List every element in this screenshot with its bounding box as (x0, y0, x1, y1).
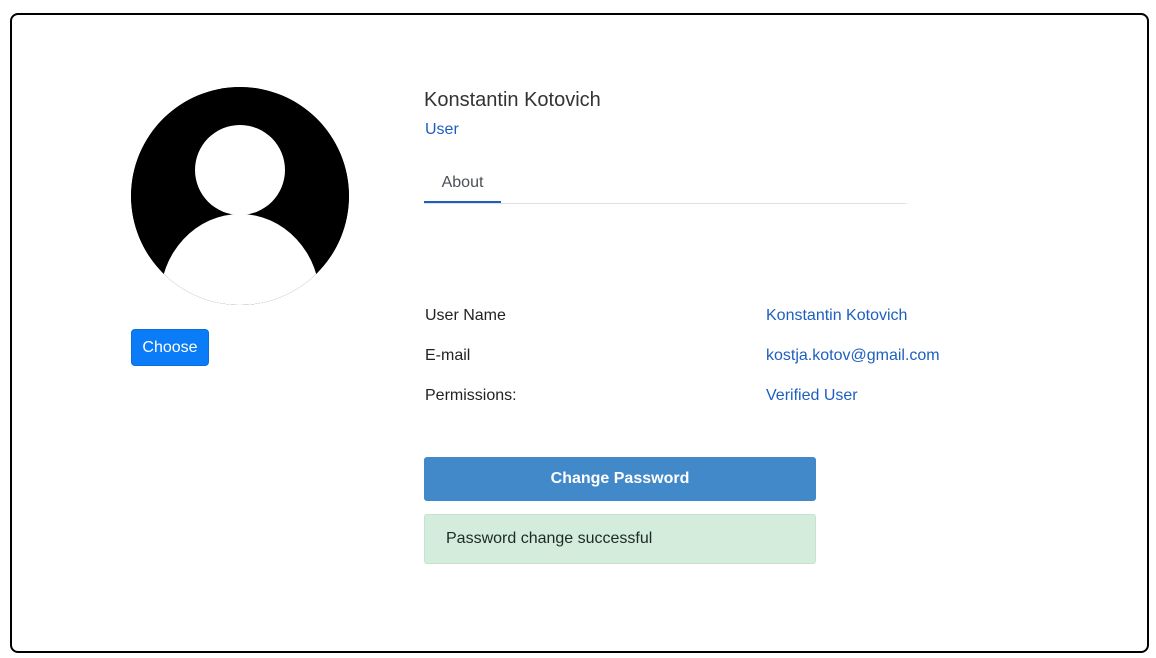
username-label: User Name (425, 307, 506, 324)
avatar (131, 87, 349, 305)
permissions-value: Verified User (766, 387, 858, 404)
email-value: kostja.kotov@gmail.com (766, 347, 940, 364)
success-alert: Password change successful (424, 514, 816, 564)
permissions-label: Permissions: (425, 387, 517, 404)
profile-role: User (425, 121, 459, 138)
email-label: E-mail (425, 347, 471, 364)
profile-name: Konstantin Kotovich (424, 89, 601, 111)
info-row-permissions: Permissions: Verified User (424, 387, 984, 409)
profile-card: Choose Konstantin Kotovich User About Us… (10, 13, 1149, 653)
tab-about[interactable]: About (424, 168, 501, 203)
choose-avatar-button[interactable]: Choose (131, 329, 209, 366)
info-row-email: E-mail kostja.kotov@gmail.com (424, 347, 984, 369)
profile-tabs: About (424, 168, 907, 204)
change-password-button[interactable]: Change Password (424, 457, 816, 501)
user-silhouette-icon (131, 87, 349, 305)
info-row-username: User Name Konstantin Kotovich (424, 307, 984, 329)
username-value: Konstantin Kotovich (766, 307, 908, 324)
